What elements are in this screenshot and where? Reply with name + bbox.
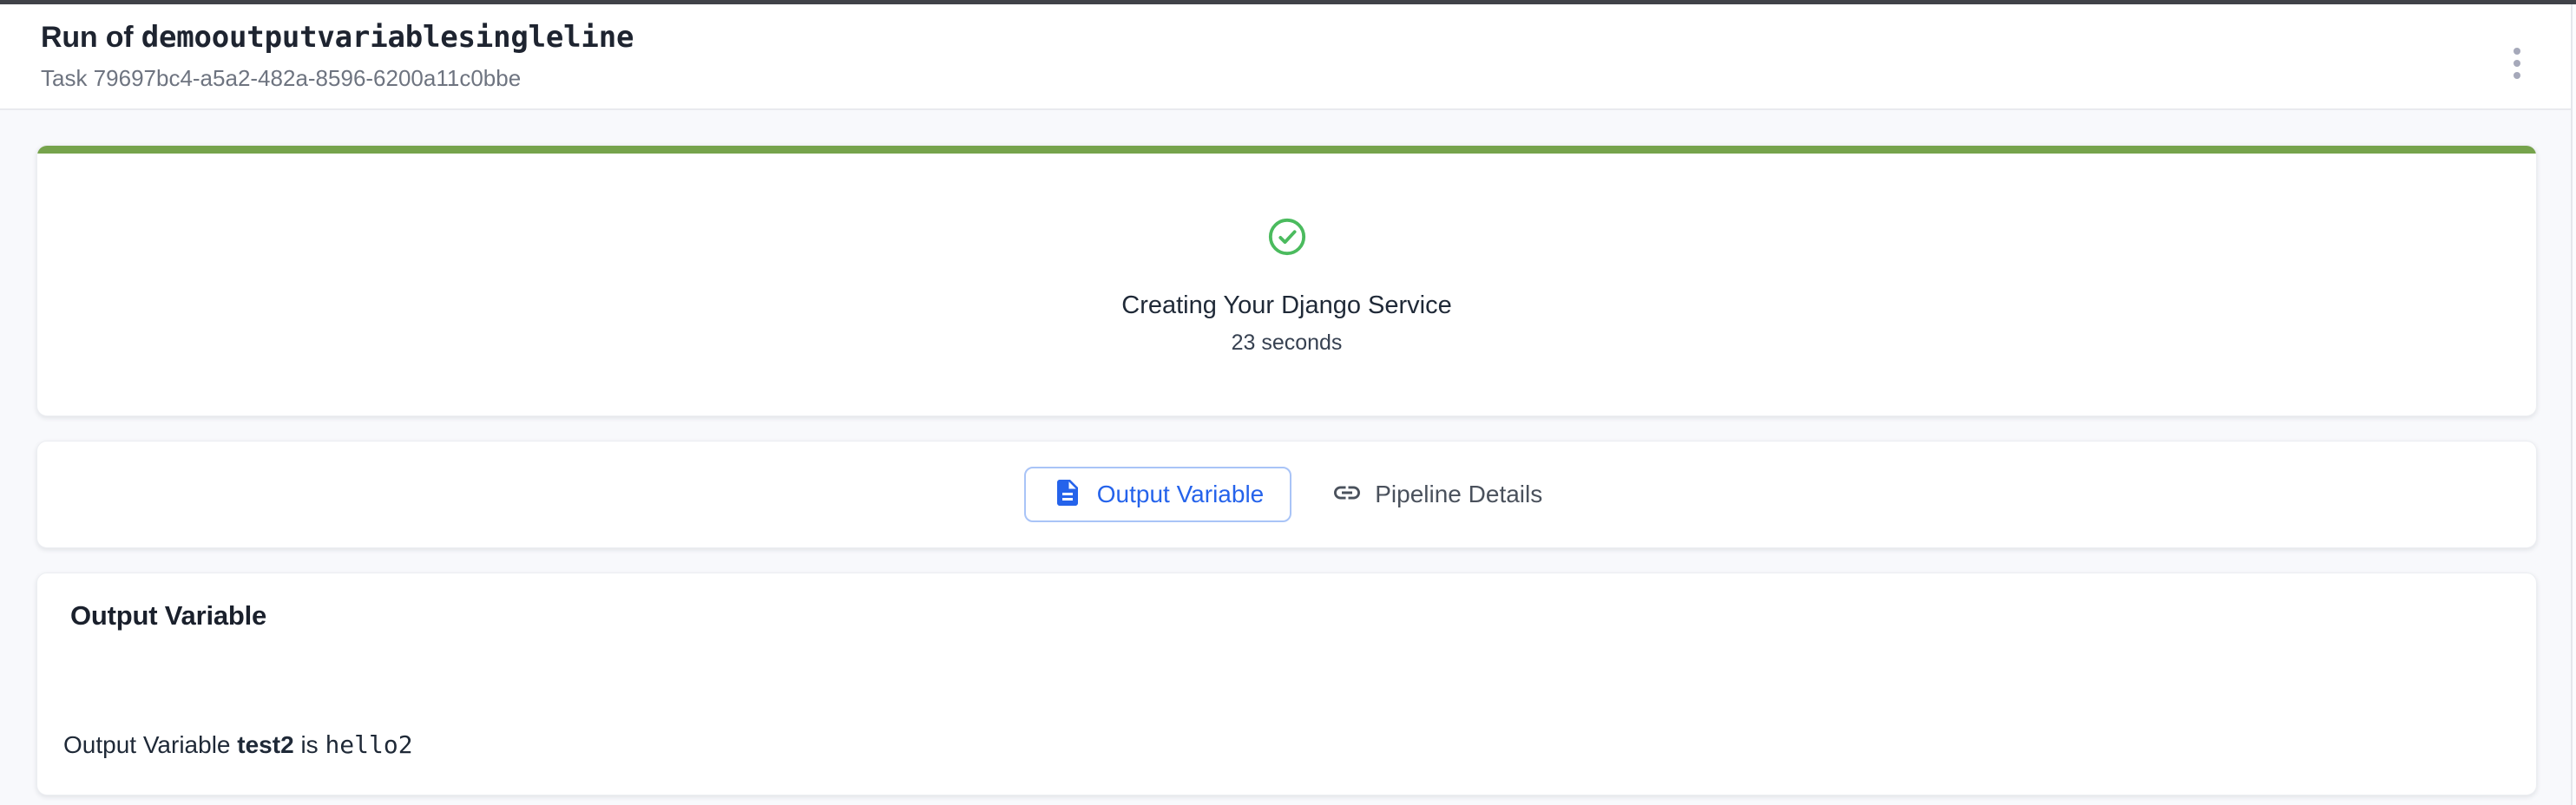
sentence-connector: is xyxy=(300,731,318,758)
tab-pipeline-details-label: Pipeline Details xyxy=(1375,481,1542,508)
document-icon xyxy=(1052,477,1083,513)
progress-bar xyxy=(37,146,2536,154)
scrollbar-gutter[interactable] xyxy=(2571,4,2576,805)
check-circle-icon xyxy=(1267,217,1307,261)
page-title-prefix: Run of xyxy=(41,21,133,54)
tab-pipeline-details[interactable]: Pipeline Details xyxy=(1324,467,1549,522)
kebab-menu-icon[interactable] xyxy=(2500,44,2534,82)
status-duration: 23 seconds xyxy=(1232,331,1343,355)
status-title: Creating Your Django Service xyxy=(1121,291,1451,320)
variable-name: test2 xyxy=(237,731,293,758)
tab-output-variable[interactable]: Output Variable xyxy=(1024,467,1292,522)
output-variable-card: Output Variable Output Variable test2 is… xyxy=(36,573,2537,795)
tab-bar: Output Variable Pipeline Details xyxy=(36,441,2537,548)
variable-value: hello2 xyxy=(325,730,412,759)
page-title: Run of demooutputvariablesingleline xyxy=(41,18,2576,56)
link-icon xyxy=(1331,477,1363,513)
status-card: Creating Your Django Service 23 seconds xyxy=(36,145,2537,416)
pipeline-name: demooutputvariablesingleline xyxy=(141,20,634,55)
tab-output-variable-label: Output Variable xyxy=(1097,481,1265,508)
output-variable-heading: Output Variable xyxy=(70,599,2536,632)
sentence-prefix: Output Variable xyxy=(63,731,231,758)
run-header: Run of demooutputvariablesingleline Task… xyxy=(0,4,2576,110)
output-variable-sentence: Output Variable test2 is hello2 xyxy=(63,730,2536,760)
task-id-label: Task 79697bc4-a5a2-482a-8596-6200a11c0bb… xyxy=(41,63,2576,93)
